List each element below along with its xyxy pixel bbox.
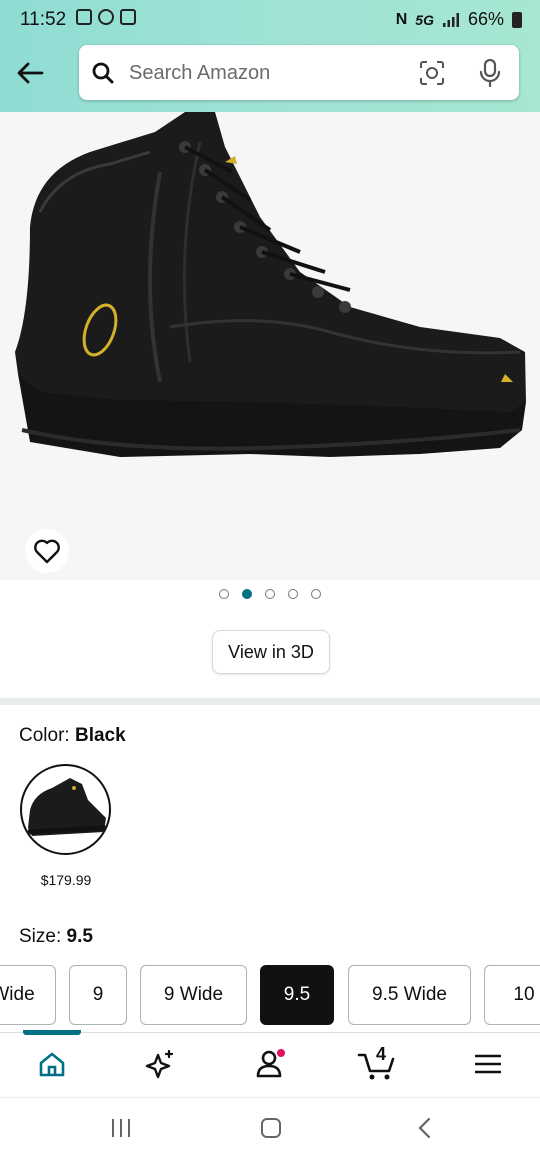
nav-menu[interactable]	[463, 1041, 513, 1087]
recent-apps-button[interactable]	[101, 1110, 141, 1146]
search-bar[interactable]	[79, 45, 519, 102]
home-icon	[39, 1052, 65, 1077]
size-selector: Wide 9 9 Wide 9.5 9.5 Wide 10	[0, 965, 540, 1027]
boot-image	[15, 112, 526, 457]
network-type: 5G	[415, 11, 434, 28]
color-swatch-black[interactable]	[20, 764, 111, 855]
gallery-dot[interactable]	[219, 589, 229, 599]
size-option[interactable]: 9	[69, 965, 127, 1025]
pinwheel-icon	[98, 9, 114, 25]
search-input[interactable]	[127, 45, 431, 102]
nfc-icon: N	[395, 10, 408, 28]
system-back-button[interactable]	[404, 1110, 444, 1146]
account-icon	[256, 1049, 285, 1078]
gallery-dot[interactable]	[311, 589, 321, 599]
cart-count: 4	[376, 1044, 387, 1064]
camera-search-icon[interactable]	[419, 60, 445, 86]
size-option[interactable]: 10	[484, 965, 540, 1025]
heart-icon	[34, 539, 60, 564]
nav-rufus[interactable]	[135, 1041, 185, 1087]
size-option[interactable]: 9 Wide	[140, 965, 247, 1025]
status-bar: 11:52 N 5G 66%	[0, 0, 540, 40]
size-option[interactable]: 9.5 Wide	[348, 965, 471, 1025]
color-value: Black	[74, 725, 126, 746]
sparkle-icon	[145, 1049, 174, 1079]
nav-home[interactable]	[27, 1041, 77, 1087]
back-button[interactable]	[10, 53, 50, 93]
menu-icon	[475, 1054, 501, 1074]
image-icon	[120, 9, 136, 25]
size-option[interactable]: Wide	[0, 965, 56, 1025]
section-divider	[0, 698, 540, 705]
gallery-dot-active[interactable]	[242, 589, 252, 599]
size-value: 9.5	[66, 926, 93, 947]
color-label-text: Color:	[19, 725, 70, 746]
notification-icons	[76, 9, 136, 25]
nav-cart[interactable]: 4	[352, 1041, 402, 1087]
size-label-text: Size:	[19, 926, 62, 947]
arrow-left-icon	[17, 62, 44, 84]
product-image-gallery[interactable]	[0, 112, 540, 580]
gallery-dot[interactable]	[288, 589, 298, 599]
battery-percent: 66%	[467, 9, 504, 29]
active-tab-indicator	[23, 1030, 81, 1035]
header: 11:52 N 5G 66%	[0, 0, 540, 112]
gallery-dot[interactable]	[265, 589, 275, 599]
chevron-left-icon	[418, 1117, 431, 1139]
view-in-3d-button[interactable]: View in 3D	[212, 630, 330, 674]
nav-account[interactable]	[245, 1041, 295, 1087]
status-right: N 5G 66%	[396, 9, 522, 30]
home-circle-icon	[261, 1118, 281, 1138]
size-option-selected[interactable]: 9.5	[260, 965, 334, 1025]
microphone-icon[interactable]	[479, 59, 501, 87]
swatch-price: $179.99	[40, 872, 92, 888]
signal-icon	[442, 12, 459, 27]
voicemail-icon	[76, 9, 92, 25]
favorite-button[interactable]	[25, 529, 69, 573]
home-button[interactable]	[251, 1110, 291, 1146]
size-label: Size: 9.5	[19, 926, 93, 948]
battery-icon	[512, 11, 522, 28]
status-time: 11:52	[20, 9, 67, 30]
gallery-pagination	[0, 589, 540, 599]
boot-thumbnail	[27, 778, 107, 836]
color-label: Color: Black	[19, 725, 126, 747]
search-icon	[92, 62, 114, 84]
recents-icon	[112, 1119, 130, 1137]
